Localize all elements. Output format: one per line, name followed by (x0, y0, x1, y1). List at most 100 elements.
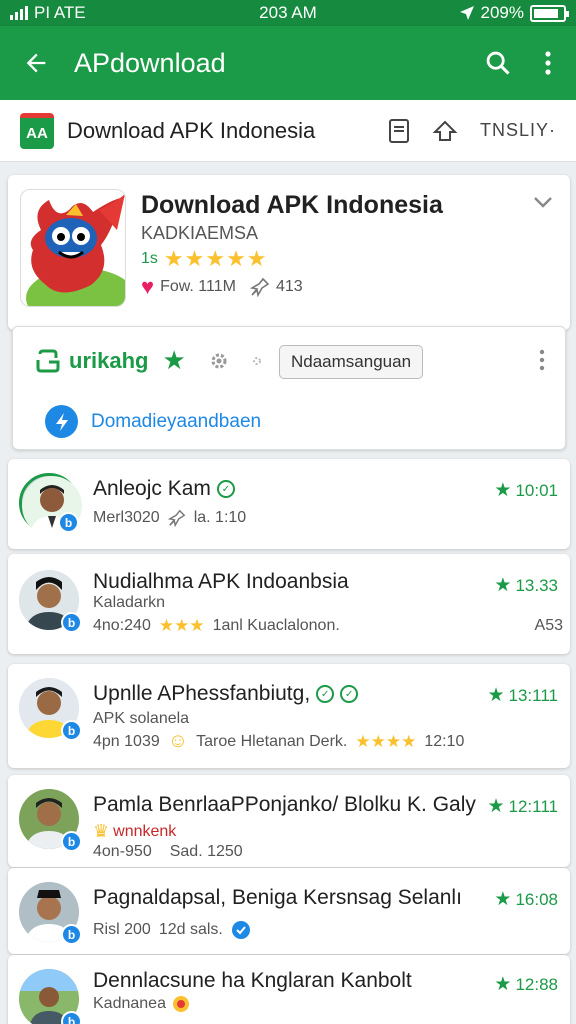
reviewer-subtitle: ♛ wnnkenk (93, 821, 177, 841)
download-label: Domadieyaandbaen (91, 410, 262, 432)
avatar: b (19, 473, 82, 536)
review-meta: Merl3020 la. 1:10 (93, 509, 247, 527)
list-item[interactable]: b Upnlle APhessfanbiutg, ✓ ✓ APK solanela … (8, 664, 570, 768)
verified-badge-icon: b (61, 924, 82, 945)
star-icon: ★ (162, 345, 186, 375)
arrow-left-icon (26, 53, 46, 73)
star-icon: ★ (494, 889, 512, 910)
app-bar: APdownload (0, 26, 576, 100)
review-score: ★ 10:01 (494, 480, 558, 501)
app-stats: ♥ Fow. 111M 413 (141, 274, 303, 300)
reviewer-name: Pamla BenrlaaPPonjanko/ Blolku K. Galy (93, 793, 476, 816)
secondary-action-button[interactable]: Ndaamsanguan (279, 345, 424, 379)
review-score: ★ 16:08 (494, 889, 558, 910)
battery-percent: 209% (480, 3, 524, 22)
app-logo: AA (20, 112, 54, 149)
settings-icon[interactable] (208, 350, 230, 372)
star-icon: ★ (494, 974, 512, 995)
list-item[interactable]: b Nudialhma APK Indoanbsia Kaladarkn 4no… (8, 554, 570, 654)
verified-badge-icon: b (61, 1011, 82, 1024)
verified-icon (231, 921, 250, 939)
reviewer-subtitle: Kadnanea (93, 995, 190, 1013)
status-bar: PI ATE 203 AM 209% (0, 0, 576, 26)
reviewer-name: Dennlacsune ha Knglaran Kanbolt (93, 969, 412, 992)
sub-header: AA Download APK Indonesia TNSLIY· (0, 100, 576, 162)
avatar: b (19, 789, 82, 852)
trophy-icon: ♛ (93, 821, 110, 841)
review-meta: 4on-950 Sad. 1250 (93, 843, 243, 860)
reviewer-subtitle: Kaladarkn (93, 594, 166, 611)
rating-stars: ★★★★★ (163, 246, 268, 271)
verified-icon: ✓ (316, 685, 335, 703)
signal-icon (10, 6, 28, 20)
review-score: ★ 13.33 (494, 575, 558, 596)
reviewer-name: Pagnaldapsal, Beniga Kersnsag Selanlı (93, 886, 462, 909)
language-selector[interactable]: TNSLIY· (480, 120, 556, 141)
review-score: ★ 12:111 (487, 796, 558, 817)
install-label: urikahg (69, 347, 149, 373)
battery-icon (529, 4, 569, 22)
bookmark-icon[interactable] (388, 118, 410, 144)
list-item[interactable]: b Anleojc Kam ✓ Merl3020 la. 1:10 ★ 10:01 (8, 459, 570, 549)
pin-icon (249, 277, 270, 297)
list-item[interactable]: b Pamla BenrlaaPPonjanko/ Blolku K. Galy… (8, 775, 570, 867)
install-icon (36, 349, 60, 372)
panel-more-button[interactable] (539, 349, 545, 376)
action-panel: urikahg ★ Ndaamsanguan Domadieyaandbaen (12, 326, 566, 450)
app-title: APdownload (74, 47, 226, 78)
review-meta: 4no:240 ★★★ 1anl Kuaclalonon. A53 (93, 616, 563, 635)
star-icon: ★ (487, 685, 505, 706)
download-link[interactable]: Domadieyaandbaen (45, 405, 261, 438)
rating-label: 1s (141, 250, 158, 267)
avatar: b (19, 678, 82, 741)
list-item[interactable]: b Pagnaldapsal, Beniga Kersnsag Selanlı … (8, 868, 570, 954)
reviewer-name: Upnlle APhessfanbiutg, ✓ ✓ (93, 682, 359, 706)
review-meta: Risl 200 12d sals. (93, 920, 251, 940)
pin-icon (167, 509, 186, 527)
more-button[interactable] (526, 35, 570, 91)
search-button[interactable] (470, 35, 526, 91)
app-icon (20, 189, 126, 307)
app-developer: KADKIAEMSA (141, 223, 259, 243)
star-icon: ★ (494, 480, 512, 501)
reviewer-subtitle: APK solanela (93, 710, 190, 727)
chevron-down-icon (534, 197, 552, 208)
verified-badge-icon: b (61, 612, 82, 633)
more-vert-icon (545, 51, 551, 75)
share-icon[interactable] (432, 118, 458, 144)
sparkle-icon (252, 356, 261, 365)
search-icon (486, 51, 510, 75)
carrier-label: PI ATE (34, 3, 86, 22)
app-card[interactable]: Download APK Indonesia KADKIAEMSA 1s ★★★… (8, 175, 570, 330)
verified-badge-icon: b (61, 831, 82, 852)
avatar: b (19, 570, 82, 633)
reviewer-name: Nudialhma APK Indoanbsia (93, 570, 349, 593)
verified-badge-icon: b (58, 512, 79, 533)
app-size: 413 (275, 278, 303, 295)
review-score: ★ 12:88 (494, 974, 558, 995)
expand-button[interactable] (532, 195, 554, 214)
review-meta: 4pn 1039 ☺ Taroe Hletanan Derk. ★★★★ 12:… (93, 730, 465, 752)
verified-icon: ✓ (216, 480, 235, 498)
sub-header-title: Download APK Indonesia (67, 117, 316, 143)
verified-icon: ✓ (340, 685, 359, 703)
avatar: b (19, 969, 82, 1024)
avatar: b (19, 882, 82, 945)
location-icon (459, 6, 474, 20)
reviewer-name: Anleojc Kam ✓ (93, 477, 235, 501)
star-icon: ★ (494, 575, 512, 596)
heart-icon: ♥ (141, 274, 155, 299)
more-vert-icon (539, 349, 545, 371)
star-icon: ★ (487, 796, 505, 817)
emoji-icon: ☺ (167, 730, 189, 752)
review-score: ★ 13:111 (487, 685, 558, 706)
verified-badge-icon: b (61, 720, 82, 741)
downloads-count: Fow. 111M (160, 278, 236, 295)
app-rating: 1s ★★★★★ (141, 246, 268, 272)
app-name: Download APK Indonesia (141, 191, 443, 219)
list-item[interactable]: b Dennlacsune ha Knglaran Kanbolt Kadnan… (8, 955, 570, 1024)
emoji-icon (172, 996, 189, 1012)
install-button[interactable]: urikahg ★ (35, 345, 264, 376)
lightning-icon (45, 405, 78, 438)
back-button[interactable] (8, 35, 64, 91)
